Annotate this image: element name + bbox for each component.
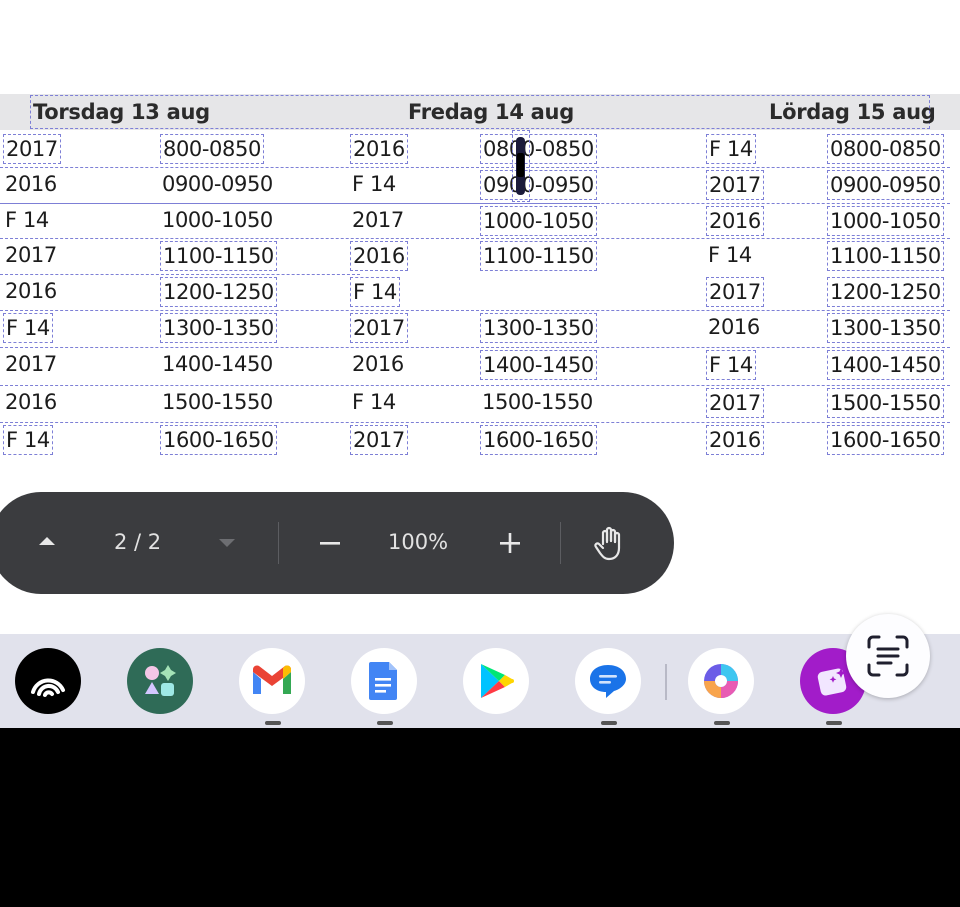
cell-thu-time: 1600-1650 <box>160 425 277 455</box>
cell-sat-group: 2017 <box>706 388 764 418</box>
cell-thu-time: 1400-1450 <box>162 352 273 376</box>
cell-fri-time: 1100-1150 <box>480 241 597 271</box>
hand-tool-icon[interactable] <box>593 526 627 566</box>
cell-sat-group: F 14 <box>706 350 756 380</box>
cell-sat-time: 1200-1250 <box>827 277 944 307</box>
cell-thu-group: 2016 <box>5 279 57 303</box>
cell-sat-group: 2017 <box>706 277 764 307</box>
row-divider <box>0 167 950 168</box>
cell-thu-time: 800-0850 <box>160 134 264 164</box>
zoom-in-icon[interactable] <box>498 531 522 559</box>
zoom-out-icon[interactable] <box>318 531 342 559</box>
row-divider <box>0 274 360 275</box>
running-indicator <box>265 721 281 725</box>
cell-thu-group: F 14 <box>3 425 53 455</box>
cell-fri-group: 2016 <box>352 352 404 376</box>
running-indicator <box>601 721 617 725</box>
day-header-thursday: Torsdag 13 aug <box>33 100 210 124</box>
app-drawer-icon[interactable] <box>127 648 193 714</box>
cell-sat-group: F 14 <box>708 243 752 267</box>
cell-fri-time: 1500-1550 <box>482 390 593 414</box>
row-divider <box>0 422 950 423</box>
messages-icon[interactable] <box>575 648 641 714</box>
row-divider <box>0 310 950 311</box>
toolbar-divider <box>278 522 279 564</box>
running-indicator <box>826 721 842 725</box>
cell-sat-time: 1500-1550 <box>827 388 944 418</box>
cell-thu-time: 1200-1250 <box>160 277 277 307</box>
cell-sat-group: F 14 <box>706 134 756 164</box>
cursor-knob <box>517 153 524 177</box>
podcast-app-icon[interactable] <box>15 648 81 714</box>
cell-fri-group: 2016 <box>350 241 408 271</box>
cell-fri-group: 2017 <box>350 313 408 343</box>
cell-sat-time: 0800-0850 <box>827 134 944 164</box>
cell-thu-group: F 14 <box>5 208 49 232</box>
cell-sat-group: 2016 <box>708 315 760 339</box>
cell-fri-group: F 14 <box>352 172 396 196</box>
cell-thu-time: 1000-1050 <box>162 208 273 232</box>
zoom-level: 100% <box>388 530 449 554</box>
cell-thu-group: 2017 <box>5 352 57 376</box>
cell-thu-group: F 14 <box>3 313 53 343</box>
cell-fri-group: 2016 <box>350 134 408 164</box>
cell-fri-time: 1400-1450 <box>480 350 597 380</box>
app-taskbar <box>0 634 960 728</box>
day-header-saturday: Lördag 15 aug <box>769 100 936 124</box>
cell-thu-time: 0900-0950 <box>162 172 273 196</box>
cell-sat-time: 1100-1150 <box>827 241 944 271</box>
bottom-black-area <box>0 728 960 907</box>
screen-search-icon[interactable] <box>846 614 930 698</box>
top-blank-area <box>0 0 960 94</box>
cell-sat-time: 1600-1650 <box>827 425 944 455</box>
cell-fri-time: 1600-1650 <box>480 425 597 455</box>
taskbar-divider <box>665 664 667 700</box>
cell-fri-time: 0800-0850 <box>480 134 597 164</box>
row-divider <box>0 238 950 239</box>
cell-thu-group: 2016 <box>5 390 57 414</box>
row-divider <box>0 385 950 386</box>
cell-fri-time: 1000-1050 <box>480 206 597 236</box>
cell-thu-time: 1100-1150 <box>160 241 277 271</box>
cell-fri-group: 2017 <box>352 208 404 232</box>
copilot-icon[interactable] <box>688 648 754 714</box>
cell-thu-group: 2017 <box>5 243 57 267</box>
docs-icon[interactable] <box>351 648 417 714</box>
cell-fri-time: 0900-0950 <box>480 170 597 200</box>
cell-sat-time: 1400-1450 <box>827 350 944 380</box>
cell-thu-group: 2016 <box>5 172 57 196</box>
cell-sat-group: 2017 <box>706 170 764 200</box>
day-header-friday: Fredag 14 aug <box>408 100 574 124</box>
running-indicator <box>377 721 393 725</box>
chevron-up-icon[interactable] <box>36 530 58 556</box>
pdf-viewer-toolbar: 2 / 2 100% <box>0 492 674 594</box>
cell-thu-group: 2017 <box>3 134 61 164</box>
cell-fri-group: F 14 <box>350 277 400 307</box>
cell-fri-group: F 14 <box>352 390 396 414</box>
page-indicator: 2 / 2 <box>114 530 162 554</box>
cell-sat-group: 2016 <box>706 425 764 455</box>
cell-sat-time: 1000-1050 <box>827 206 944 236</box>
cell-thu-time: 1300-1350 <box>160 313 277 343</box>
cell-sat-time: 0900-0950 <box>827 170 944 200</box>
cell-sat-time: 1300-1350 <box>827 313 944 343</box>
selection-underline <box>0 203 600 204</box>
play-store-icon[interactable] <box>463 648 529 714</box>
cell-fri-time: 1300-1350 <box>480 313 597 343</box>
text-cursor-handle[interactable] <box>512 130 530 202</box>
gmail-icon[interactable] <box>239 648 305 714</box>
running-indicator <box>714 721 730 725</box>
toolbar-divider <box>560 522 561 564</box>
cell-thu-time: 1500-1550 <box>162 390 273 414</box>
chevron-down-icon[interactable] <box>216 532 238 558</box>
cell-fri-group: 2017 <box>350 425 408 455</box>
row-divider <box>0 347 950 348</box>
cell-sat-group: 2016 <box>706 206 764 236</box>
